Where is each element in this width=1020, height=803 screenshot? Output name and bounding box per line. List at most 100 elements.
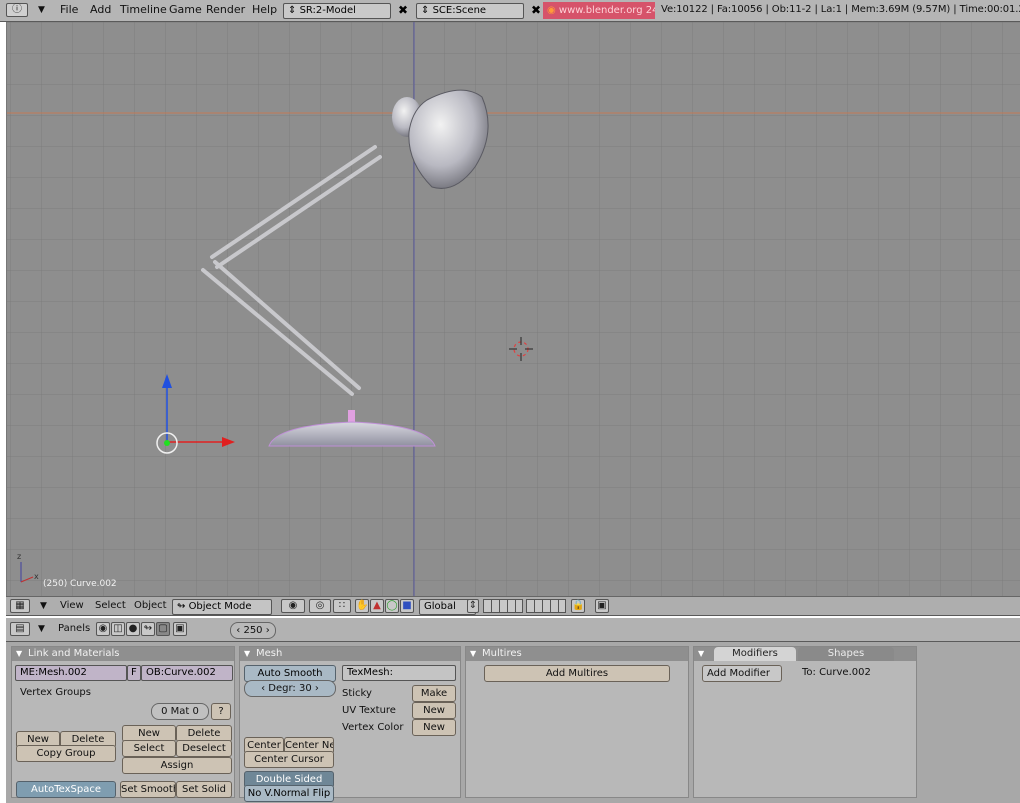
- panel-title[interactable]: Mesh: [240, 647, 460, 661]
- texmesh-label: TexMesh:: [347, 667, 394, 678]
- render-preview-icon[interactable]: ▣: [595, 599, 609, 613]
- screen-select-field[interactable]: ⇕ SR:2-Model: [283, 3, 391, 19]
- draw-type-icon[interactable]: ◉: [281, 599, 305, 613]
- sticky-label: Sticky: [342, 688, 372, 699]
- scene-select-field[interactable]: ⇕ SCE:Scene: [416, 3, 524, 19]
- menu-select[interactable]: Select: [95, 600, 126, 611]
- lock-layer-icon[interactable]: 🔒: [571, 599, 585, 613]
- modifier-target-label: To: Curve.002: [802, 667, 871, 678]
- scene-stats: Ve:10122 | Fa:10056 | Ob:11-2 | La:1 | M…: [661, 4, 1020, 15]
- top-menu-bar: ⓘ ▼ File Add Timeline Game Render Help ⇕…: [0, 0, 1020, 22]
- object-context-icon[interactable]: ↬: [141, 622, 155, 636]
- menu-collapse-icon[interactable]: ▼: [38, 5, 45, 15]
- texmesh-field[interactable]: TexMesh:: [342, 665, 456, 681]
- menu-help[interactable]: Help: [252, 3, 277, 16]
- menu-object[interactable]: Object: [134, 600, 167, 611]
- vertex-color-new-button[interactable]: New: [412, 719, 456, 736]
- buttons-header: ▤ ▼ Panels ◉ ◫ ● ↬ ▢ ▣ ‹ 250 ›: [6, 618, 1020, 642]
- degr-inc-icon: ›: [311, 683, 319, 694]
- sticky-make-button[interactable]: Make: [412, 685, 456, 702]
- frame-counter[interactable]: ‹ 250 ›: [230, 622, 276, 639]
- tab-shapes[interactable]: Shapes: [798, 647, 894, 661]
- blender-url-badge[interactable]: ◉ www.blender.org 245: [543, 2, 655, 19]
- axis-x-label: x: [34, 572, 39, 581]
- scale-icon[interactable]: ■: [400, 599, 414, 613]
- no-vnormal-flip-toggle[interactable]: No V.Normal Flip: [244, 785, 334, 802]
- 3d-viewport[interactable]: z x (250) Curve.002: [6, 22, 1020, 596]
- object-name: OB:Curve.002: [146, 667, 216, 678]
- orientation-toggle-icon[interactable]: ⇕: [467, 599, 479, 613]
- close-scene-icon[interactable]: ✖: [529, 4, 543, 18]
- url-text: www.blender.org 245: [558, 5, 655, 16]
- mesh-name: ME:Mesh.002: [20, 667, 87, 678]
- buttons-collapse-icon[interactable]: ▼: [38, 624, 45, 634]
- panel-link-materials: Link and Materials ME:Mesh.002 F OB:Curv…: [11, 646, 235, 798]
- layer-buttons-left[interactable]: [483, 599, 523, 613]
- script-context-icon[interactable]: ◫: [111, 622, 125, 636]
- panel-title[interactable]: Link and Materials: [12, 647, 234, 661]
- editing-context-icon[interactable]: ▢: [156, 622, 170, 636]
- object-mode-icon: ↬: [177, 601, 189, 612]
- lamp-stem: [348, 410, 355, 423]
- editor-type-icon[interactable]: ▦: [10, 599, 30, 613]
- mesh-name-field[interactable]: ME:Mesh.002: [15, 665, 127, 681]
- material-assign-button[interactable]: Assign: [122, 757, 232, 774]
- material-select-button[interactable]: Select: [122, 740, 176, 757]
- copy-group-button[interactable]: Copy Group: [16, 745, 116, 762]
- vertex-color-label: Vertex Color: [342, 722, 404, 733]
- scene-name: SCE:Scene: [432, 5, 487, 16]
- screen-name: SR:2-Model: [299, 5, 356, 16]
- panel-mesh: Mesh Auto Smooth ‹ Degr: 30 › TexMesh: S…: [239, 646, 461, 802]
- panel-title[interactable]: Multires: [466, 647, 688, 661]
- menu-add[interactable]: Add: [90, 3, 111, 16]
- updown-icon: ⇕: [288, 5, 300, 16]
- hand-manipulator-icon[interactable]: ✋: [355, 599, 369, 613]
- view-header: ▦ ▼ View Select Object ↬ Object Mode ◉ ◎…: [6, 596, 1020, 616]
- degr-value: Degr: 30: [268, 683, 312, 694]
- blender-logo-icon: ◉: [547, 5, 559, 16]
- uv-texture-new-button[interactable]: New: [412, 702, 456, 719]
- frame-value: 250: [243, 625, 263, 636]
- layer-buttons-right[interactable]: [526, 599, 566, 613]
- autotexspace-toggle[interactable]: AutoTexSpace: [16, 781, 116, 798]
- grid: [7, 22, 1020, 596]
- object-name-field[interactable]: OB:Curve.002: [141, 665, 233, 681]
- menu-view[interactable]: View: [60, 600, 84, 611]
- mode-label: Object Mode: [188, 601, 252, 612]
- add-multires-button[interactable]: Add Multires: [484, 665, 670, 682]
- menu-timeline[interactable]: Timeline: [120, 3, 167, 16]
- uv-texture-label: UV Texture: [342, 705, 396, 716]
- rotate-icon[interactable]: ◯: [385, 599, 399, 613]
- menu-render[interactable]: Render: [206, 3, 245, 16]
- header-collapse-icon[interactable]: ▼: [40, 601, 47, 611]
- degr-field[interactable]: ‹ Degr: 30 ›: [244, 680, 336, 697]
- menu-game[interactable]: Game: [169, 3, 202, 16]
- center-cursor-button[interactable]: Center Cursor: [244, 751, 334, 768]
- add-modifier-button[interactable]: Add Modifier: [702, 665, 782, 682]
- set-smooth-button[interactable]: Set Smooth: [120, 781, 176, 798]
- panels-label: Panels: [58, 623, 91, 634]
- scene-context-icon[interactable]: ▣: [173, 622, 187, 636]
- set-solid-button[interactable]: Set Solid: [176, 781, 232, 798]
- tab-modifiers[interactable]: Modifiers: [714, 647, 796, 661]
- translate-icon[interactable]: ▲: [370, 599, 384, 613]
- buttons-area: Link and Materials ME:Mesh.002 F OB:Curv…: [6, 642, 1020, 803]
- material-help-button[interactable]: ?: [211, 703, 231, 720]
- close-screen-icon[interactable]: ✖: [396, 4, 410, 18]
- shading-context-icon[interactable]: ●: [126, 622, 140, 636]
- frame-inc-icon: ›: [262, 625, 270, 636]
- layer-lock-icon[interactable]: ∷: [333, 599, 351, 613]
- mat-value: 0 Mat 0: [161, 706, 199, 717]
- mode-select[interactable]: ↬ Object Mode: [172, 599, 272, 615]
- updown-icon: ⇕: [421, 5, 433, 16]
- material-index-field[interactable]: 0 Mat 0: [151, 703, 209, 720]
- f-label: F: [131, 667, 137, 678]
- vertex-groups-label: Vertex Groups: [20, 687, 91, 698]
- buttons-editor-icon[interactable]: ▤: [10, 622, 30, 636]
- menu-file[interactable]: File: [60, 3, 78, 16]
- fake-user-toggle[interactable]: F: [127, 665, 141, 681]
- material-deselect-button[interactable]: Deselect: [176, 740, 232, 757]
- logic-context-icon[interactable]: ◉: [96, 622, 110, 636]
- info-icon[interactable]: ⓘ: [6, 3, 28, 17]
- pivot-icon[interactable]: ◎: [309, 599, 331, 613]
